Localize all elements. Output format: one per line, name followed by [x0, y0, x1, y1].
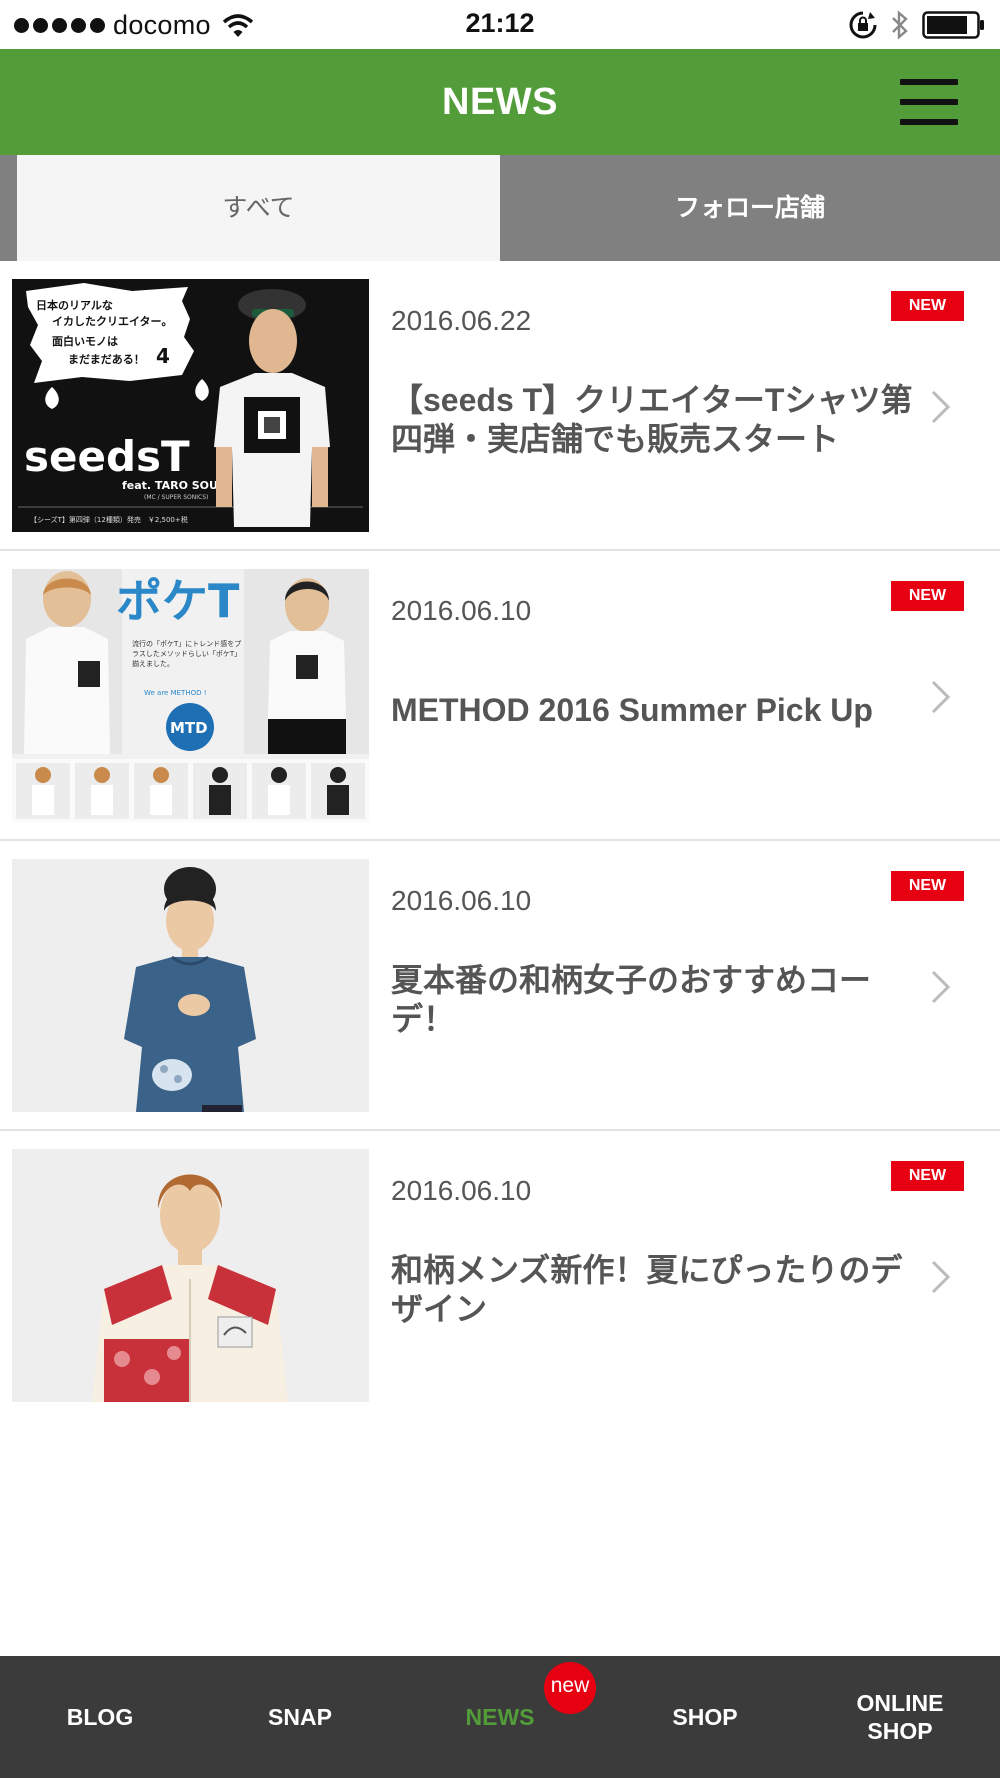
news-title: 和柄メンズ新作！夏にぴったりのデザイン [391, 1252, 903, 1327]
hamburger-menu-icon[interactable] [900, 79, 958, 125]
bubble-text-2: イカしたクリエイター。 [52, 315, 172, 328]
chevron-right-icon [931, 970, 951, 1004]
bubble-text-3: 面白いモノは [52, 334, 118, 348]
poke-t-description: 流行の「ポケT」にトレンド感をプラスしたメソッドらしい「ポケT」揃えました。 [132, 640, 242, 668]
poke-t-title: ポケT [116, 574, 240, 628]
tab-followed-shops[interactable]: フォロー店舗 [500, 155, 1000, 261]
feat-subtext: (MC / SUPER SONICS) [144, 494, 208, 501]
chevron-right-icon [931, 1260, 951, 1294]
new-badge: NEW [891, 581, 964, 611]
tabbar-snap[interactable]: SNAP [200, 1656, 400, 1778]
mtd-logo: MTD [170, 719, 208, 737]
new-badge: NEW [891, 1161, 964, 1191]
new-badge: NEW [891, 291, 964, 321]
page-title: NEWS [442, 81, 558, 123]
bubble-number: 4 [156, 344, 170, 368]
news-date: 2016.06.22 [391, 305, 532, 336]
news-item[interactable]: 日本のリアルな イカしたクリエイター。 面白いモノは まだまだある！ 4 see… [0, 261, 1000, 551]
method-tagline: We are METHOD ! [144, 689, 207, 697]
news-title: METHOD 2016 Summer Pick Up [391, 692, 873, 728]
bluetooth-icon [892, 10, 908, 40]
feat-text: feat. TARO SOUL [122, 479, 225, 492]
seeds-logo: seedsT [24, 432, 190, 481]
news-thumbnail [12, 1149, 369, 1402]
tabbar-online-shop[interactable]: ONLINE SHOP [840, 1656, 960, 1778]
news-title: 夏本番の和柄女子のおすすめコーデ！ [391, 962, 872, 1037]
tab-all[interactable]: すべて [17, 155, 500, 261]
news-item[interactable]: 2016.06.10 夏本番の和柄女子のおすすめコーデ！ NEW [0, 841, 1000, 1131]
chevron-right-icon [931, 390, 951, 424]
status-right [848, 9, 986, 41]
thumb-caption: 【シーズT】第四弾（12種類）発売 ￥2,500+税 [30, 515, 188, 524]
new-badge: NEW [891, 871, 964, 901]
news-date: 2016.06.10 [391, 1175, 532, 1206]
news-new-dot: new [544, 1662, 596, 1714]
tabbar-blog[interactable]: BLOG [0, 1656, 200, 1778]
bubble-text-1: 日本のリアルな [36, 298, 113, 312]
filter-tabs: すべて フォロー店舗 [0, 155, 1000, 261]
chevron-right-icon [931, 680, 951, 714]
status-bar: docomo 21:12 [0, 0, 1000, 49]
bottom-tab-bar: BLOG SNAP NEWS SHOP ONLINE SHOP [0, 1656, 1000, 1778]
news-list: 日本のリアルな イカしたクリエイター。 面白いモノは まだまだある！ 4 see… [0, 261, 1000, 1421]
header-bar: NEWS [0, 49, 1000, 155]
news-item[interactable]: ポケT 流行の「ポケT」にトレンド感をプラスしたメソッドらしい「ポケT」揃えまし… [0, 551, 1000, 841]
news-thumbnail: 日本のリアルな イカしたクリエイター。 面白いモノは まだまだある！ 4 see… [12, 279, 369, 532]
rotation-lock-icon [849, 11, 877, 39]
news-date: 2016.06.10 [391, 595, 532, 626]
news-title: 【seeds T】クリエイターTシャツ第四弾・実店舗でも販売スタート [391, 382, 913, 457]
news-item[interactable]: 2016.06.10 和柄メンズ新作！夏にぴったりのデザイン NEW [0, 1131, 1000, 1421]
tabbar-shop[interactable]: SHOP [600, 1656, 810, 1778]
news-thumbnail [12, 859, 369, 1112]
bubble-text-4: まだまだある！ [68, 353, 145, 366]
news-thumbnail: ポケT 流行の「ポケT」にトレンド感をプラスしたメソッドらしい「ポケT」揃えまし… [12, 569, 369, 822]
news-date: 2016.06.10 [391, 885, 532, 916]
battery-icon [922, 11, 984, 39]
